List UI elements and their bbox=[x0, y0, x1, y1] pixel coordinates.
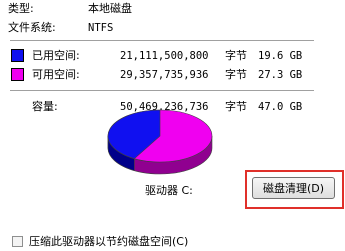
compress-drive-label[interactable]: 压缩此驱动器以节约磁盘空间(C) bbox=[29, 235, 188, 248]
disk-cleanup-button[interactable]: 磁盘清理(D) bbox=[252, 177, 335, 199]
disk-usage-pie-chart bbox=[107, 109, 213, 175]
compress-drive-checkbox[interactable] bbox=[12, 236, 23, 247]
drive-label: 驱动器 C: bbox=[145, 184, 193, 197]
